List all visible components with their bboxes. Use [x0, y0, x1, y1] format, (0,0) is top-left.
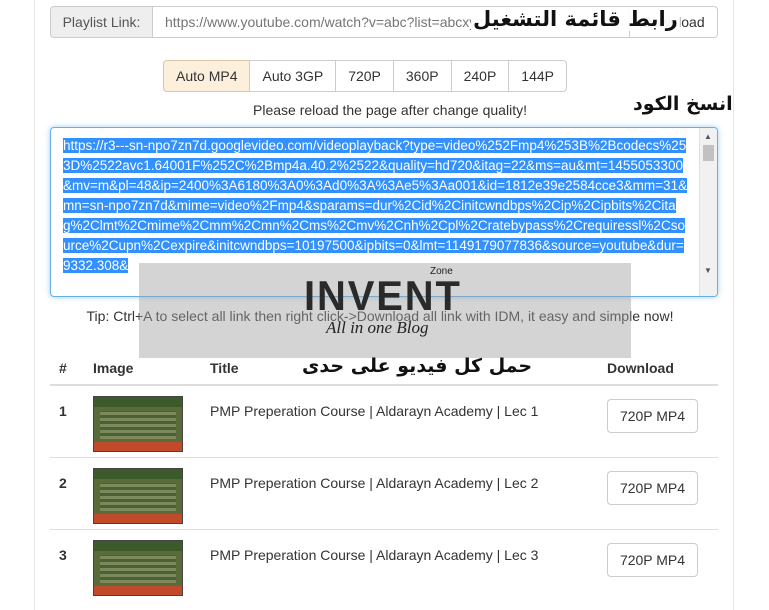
row-download-button[interactable]: 720P MP4: [607, 399, 698, 433]
panel-left-border: [34, 0, 35, 610]
videos-table: # Image Title Download 1 PMP Preperation…: [50, 350, 718, 601]
header-download: Download: [607, 360, 674, 376]
header-title: Title: [210, 360, 239, 376]
scroll-down-arrow-icon[interactable]: ▼: [704, 266, 712, 275]
textarea-scrollbar[interactable]: ▲ ▼: [699, 128, 717, 296]
quality-auto-3gp-button[interactable]: Auto 3GP: [249, 60, 337, 92]
quality-360p-button[interactable]: 360P: [392, 60, 452, 92]
arabic-download-each-annotation: حمل كل فيديو على حدى: [302, 355, 533, 377]
selected-links-text: https://r3---sn-npo7zn7d.googlevideo.com…: [63, 138, 688, 273]
video-thumbnail: [93, 396, 183, 452]
watermark-brand: INVENT: [304, 272, 462, 319]
table-row: 2 PMP Preperation Course | Aldarayn Acad…: [50, 457, 718, 529]
video-thumbnail: [93, 540, 183, 596]
row-download-button[interactable]: 720P MP4: [607, 471, 698, 505]
playlist-label: Playlist Link:: [50, 6, 152, 38]
header-image: Image: [93, 360, 134, 376]
video-title: PMP Preperation Course | Aldarayn Academ…: [210, 403, 539, 419]
quality-240p-button[interactable]: 240P: [450, 60, 510, 92]
video-thumbnail: [93, 468, 183, 524]
arabic-playlist-annotation: رابط قائمة التشغيل: [471, 7, 680, 31]
row-number: 1: [59, 403, 67, 419]
row-number: 2: [59, 475, 67, 491]
header-number: #: [59, 360, 67, 376]
arabic-copy-code-annotation: انسخ الكود: [633, 93, 733, 115]
table-row: 3 PMP Preperation Course | Aldarayn Acad…: [50, 529, 718, 601]
scroll-up-arrow-icon[interactable]: ▲: [704, 132, 712, 141]
watermark-tagline: All in one Blog: [326, 318, 429, 337]
row-download-button[interactable]: 720P MP4: [607, 543, 698, 577]
row-number: 3: [59, 547, 67, 563]
quality-720p-button[interactable]: 720P: [335, 60, 394, 92]
scrollbar-thumb[interactable]: [703, 145, 714, 161]
video-title: PMP Preperation Course | Aldarayn Academ…: [210, 547, 539, 563]
table-row: 1 PMP Preperation Course | Aldarayn Acad…: [50, 386, 718, 457]
quality-auto-mp4-button[interactable]: Auto MP4: [163, 60, 251, 92]
quality-144p-button[interactable]: 144P: [508, 60, 567, 92]
panel-right-border: [733, 0, 734, 610]
video-title: PMP Preperation Course | Aldarayn Academ…: [210, 475, 539, 491]
quality-button-group: Auto MP4 Auto 3GP 720P 360P 240P 144P: [163, 60, 567, 92]
